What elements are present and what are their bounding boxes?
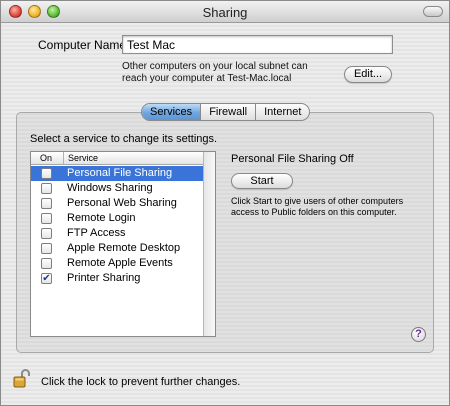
services-list[interactable]: On Service Personal File Sharing Windows … xyxy=(30,151,216,337)
service-name: Apple Remote Desktop xyxy=(67,242,181,254)
service-name: Remote Login xyxy=(67,212,136,224)
service-rows: Personal File Sharing Windows Sharing Pers… xyxy=(31,166,204,286)
service-status: Personal File Sharing Off xyxy=(231,153,354,165)
service-checkbox[interactable]: ✔ xyxy=(41,273,52,284)
computer-name-label: Computer Name: xyxy=(38,38,130,52)
service-name: FTP Access xyxy=(67,227,126,239)
service-checkbox[interactable] xyxy=(41,258,52,269)
window-title: Sharing xyxy=(202,5,248,20)
service-checkbox[interactable] xyxy=(41,228,52,239)
tab-bar: Services Firewall Internet xyxy=(141,103,311,121)
service-row[interactable]: Windows Sharing xyxy=(31,181,204,196)
computer-address-info: Other computers on your local subnet can… xyxy=(122,61,308,84)
lock-icon[interactable] xyxy=(13,368,30,388)
service-row[interactable]: Personal File Sharing xyxy=(31,166,204,181)
tab-firewall[interactable]: Firewall xyxy=(201,104,257,120)
select-service-hint: Select a service to change its settings. xyxy=(30,133,218,145)
toolbar-toggle-button[interactable] xyxy=(423,6,443,17)
tab-internet[interactable]: Internet xyxy=(256,104,309,120)
service-checkbox[interactable] xyxy=(41,243,52,254)
service-checkbox[interactable] xyxy=(41,198,52,209)
list-header: On Service xyxy=(31,152,204,165)
edit-button[interactable]: Edit... xyxy=(344,66,392,83)
service-row[interactable]: ✔ Printer Sharing xyxy=(31,271,204,286)
computer-name-field[interactable] xyxy=(122,35,393,54)
service-row[interactable]: Remote Login xyxy=(31,211,204,226)
service-name: Personal Web Sharing xyxy=(67,197,177,209)
help-button[interactable]: ? xyxy=(411,327,426,342)
start-button[interactable]: Start xyxy=(231,173,293,189)
service-name: Remote Apple Events xyxy=(67,257,173,269)
service-name: Printer Sharing xyxy=(67,272,141,284)
lock-message: Click the lock to prevent further change… xyxy=(41,376,241,388)
service-description: Click Start to give users of other compu… xyxy=(231,196,404,217)
service-checkbox[interactable] xyxy=(41,213,52,224)
tab-services[interactable]: Services xyxy=(142,104,202,120)
list-scrollbar[interactable] xyxy=(203,152,215,336)
service-row[interactable]: Remote Apple Events xyxy=(31,256,204,271)
column-header-service[interactable]: Service xyxy=(63,152,98,165)
service-name: Personal File Sharing xyxy=(67,167,173,179)
service-row[interactable]: FTP Access xyxy=(31,226,204,241)
service-name: Windows Sharing xyxy=(67,182,153,194)
title-bar[interactable]: Sharing xyxy=(1,1,449,23)
column-header-on[interactable]: On xyxy=(40,152,52,165)
service-row[interactable]: Apple Remote Desktop xyxy=(31,241,204,256)
service-checkbox[interactable] xyxy=(41,168,52,179)
service-row[interactable]: Personal Web Sharing xyxy=(31,196,204,211)
service-checkbox[interactable] xyxy=(41,183,52,194)
